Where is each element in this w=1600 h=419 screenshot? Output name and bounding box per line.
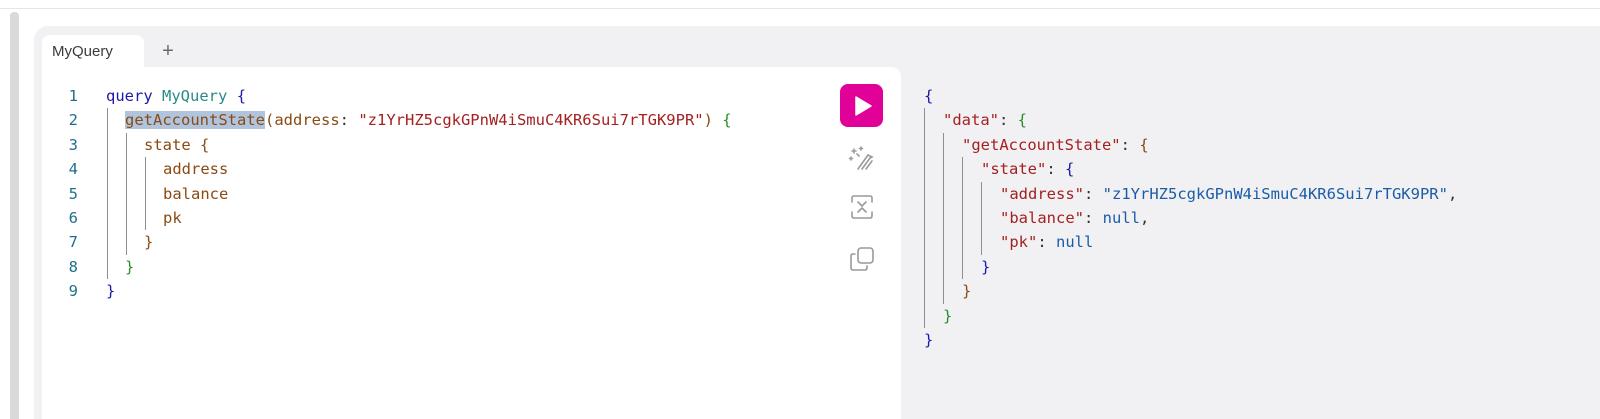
code-line: }	[144, 233, 154, 251]
line-number: 2	[68, 111, 78, 129]
magic-wand-icon	[848, 146, 874, 170]
line-number: 3	[68, 136, 78, 154]
code-line: balance	[163, 185, 229, 203]
line-number: 5	[68, 185, 78, 203]
line-number: 9	[68, 282, 78, 300]
indent-guide	[126, 133, 127, 255]
indent-guide	[145, 157, 146, 230]
result-line: "pk": null	[1000, 233, 1094, 251]
line-number: 1	[68, 87, 78, 105]
top-divider	[0, 8, 1600, 9]
result-line: }	[981, 258, 991, 276]
result-line: "balance": null,	[1000, 209, 1150, 227]
play-icon	[855, 96, 872, 116]
indent-guide	[107, 108, 108, 279]
line-number: 6	[68, 209, 78, 227]
selected-field: getAccountState	[125, 111, 265, 129]
sub-field: state	[144, 136, 191, 154]
result-line: "data": {	[943, 111, 1028, 129]
run-query-button[interactable]	[840, 84, 883, 127]
result-line: }	[962, 282, 972, 300]
indent-guide	[924, 108, 925, 328]
result-line: }	[924, 331, 934, 349]
copy-query-button[interactable]	[848, 245, 876, 273]
result-line: }	[943, 307, 953, 325]
code-line: address	[163, 160, 229, 178]
indent-guide	[962, 157, 963, 279]
code-line: state {	[144, 136, 210, 154]
json-key: "balance"	[1000, 209, 1084, 227]
add-tab-button[interactable]: +	[158, 39, 178, 63]
result-line: "getAccountState": {	[962, 136, 1149, 154]
json-key: "address"	[1000, 185, 1084, 203]
json-value: null	[1056, 233, 1094, 251]
result-line: "address": "z1YrHZ5cgkGPnW4iSmuC4KR6Sui7…	[1000, 185, 1458, 203]
json-value: null	[1102, 209, 1140, 227]
tab-myquery[interactable]: MyQuery	[42, 35, 144, 68]
code-line: query MyQuery {	[106, 87, 247, 105]
line-number: 8	[68, 258, 78, 276]
operation-name: MyQuery	[162, 87, 228, 105]
line-number: 4	[68, 160, 78, 178]
json-key: "state"	[981, 160, 1047, 178]
code-line: }	[106, 282, 116, 300]
keyword: query	[106, 87, 153, 105]
copy-icon	[850, 247, 874, 271]
code-line: }	[125, 258, 135, 276]
json-key: "getAccountState"	[962, 136, 1121, 154]
code-line: pk	[163, 209, 182, 227]
indent-guide	[981, 182, 982, 255]
merge-fragments-icon	[851, 195, 873, 219]
result-line: "state": {	[981, 160, 1075, 178]
json-key: "data"	[943, 111, 999, 129]
argument-name: address	[274, 111, 340, 129]
tab-label: MyQuery	[52, 43, 113, 60]
json-value: "z1YrHZ5cgkGPnW4iSmuC4KR6Sui7rTGK9PR"	[1102, 185, 1448, 203]
indent-guide	[943, 133, 944, 304]
result-line: {	[924, 87, 934, 105]
left-scrollbar[interactable]	[10, 12, 19, 419]
code-line: getAccountState(address: "z1YrHZ5cgkGPnW…	[125, 111, 732, 129]
merge-fragments-button[interactable]	[848, 193, 876, 221]
json-key: "pk"	[1000, 233, 1038, 251]
line-number: 7	[68, 233, 78, 251]
prettify-button[interactable]	[848, 143, 876, 171]
argument-value: "z1YrHZ5cgkGPnW4iSmuC4KR6Sui7rTGK9PR"	[358, 111, 704, 129]
